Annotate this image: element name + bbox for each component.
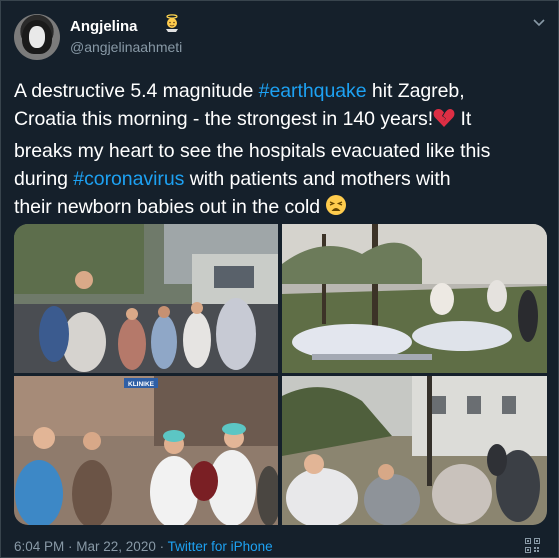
hashtag-link[interactable]: #coronavirus: [73, 168, 184, 190]
broken-heart-emoji-icon: [433, 108, 455, 136]
tweet-time[interactable]: 6:04 PM: [14, 539, 64, 554]
footer-separator-2: ·: [155, 539, 168, 554]
photo-patients-blankets[interactable]: [282, 376, 547, 525]
tweet-text-segment: Croatia this morning - the strongest in …: [14, 108, 434, 131]
tweet-text-segment: with patients and mothers with: [184, 167, 451, 190]
tweet-text-segment: hit Zagreb,: [366, 80, 465, 102]
chevron-down-icon[interactable]: [533, 19, 545, 27]
tweet-client-link[interactable]: Twitter for iPhone: [168, 539, 273, 554]
tweet-card: Angjelina @angjelinaahmeti A destructive…: [0, 0, 559, 558]
media-grid[interactable]: KLINIKE: [14, 224, 547, 525]
photo-hospital-beds-outside[interactable]: [282, 224, 547, 373]
tweet-text-line: their newborn babies out in the cold: [14, 193, 549, 224]
tweet-date[interactable]: Mar 22, 2020: [76, 539, 156, 554]
photo-mothers-newborns[interactable]: [14, 224, 278, 373]
tweet-footer: 6:04 PM · Mar 22, 2020 · Twitter for iPh…: [14, 539, 273, 554]
photo-medical-staff[interactable]: KLINIKE: [14, 376, 278, 525]
tweet-text-segment: It: [455, 108, 472, 131]
tweet-text-segment: their newborn babies out in the cold: [14, 196, 326, 219]
tweet-text-line: A destructive 5.4 magnitude #earthquake …: [14, 77, 549, 105]
user-handle[interactable]: @angjelinaahmeti: [70, 39, 182, 55]
tweet-text-line: Croatia this morning - the strongest in …: [14, 105, 549, 136]
klinike-sign: KLINIKE: [128, 381, 155, 388]
angel-emoji-icon: [166, 14, 178, 32]
display-name[interactable]: Angjelina: [70, 18, 138, 35]
tweet-text-line: during #coronavirus with patients and mo…: [14, 165, 549, 193]
qr-code-icon[interactable]: [525, 538, 540, 553]
tweet-text-segment: breaks my heart to see the hospitals eva…: [14, 139, 491, 162]
footer-separator: ·: [64, 539, 77, 554]
tweet-text: A destructive 5.4 magnitude #earthquake …: [14, 77, 549, 224]
tweet-text-line: breaks my heart to see the hospitals eva…: [14, 137, 549, 165]
tweet-text-segment: A destructive 5.4 magnitude: [14, 80, 259, 102]
hashtag-link[interactable]: #earthquake: [259, 80, 367, 102]
weary-face-emoji-icon: [325, 194, 347, 224]
tweet-text-segment: during: [14, 167, 74, 190]
avatar[interactable]: [14, 14, 60, 60]
